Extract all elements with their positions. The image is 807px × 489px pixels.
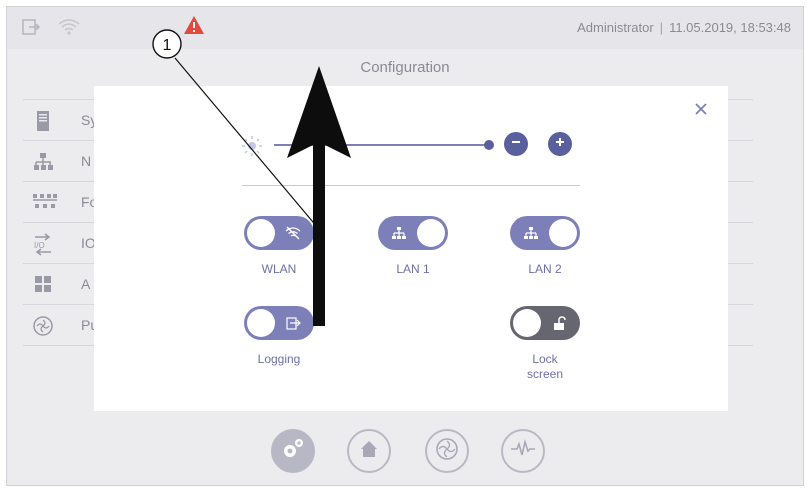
wifi-off-icon [285,225,301,241]
toggle-knob [247,219,275,247]
wlan-toggle[interactable] [244,216,314,250]
network-icon [391,225,407,241]
logging-toggle-group: Logging [234,306,324,367]
lan1-label: LAN 1 [396,262,430,276]
logout-icon[interactable] [21,17,41,42]
quick-settings-dialog: WLAN LAN 1 LAN 2 Logging Lock screen [94,86,728,411]
brightness-decrease-button[interactable] [504,132,528,156]
home-icon [358,438,380,465]
brightness-slider-track[interactable] [274,144,488,146]
lock-screen-toggle[interactable] [510,306,580,340]
logging-toggle[interactable] [244,306,314,340]
lock-label-line2: screen [526,367,564,381]
io-icon: I/O [31,232,55,256]
menu-item-label: N [81,153,92,169]
toggle-knob [549,219,577,247]
close-icon[interactable] [692,100,710,118]
server-icon [31,109,55,131]
heartbeat-icon [510,438,536,464]
unlock-icon [551,315,567,331]
lock-screen-label: Lock screen [500,352,590,382]
wlan-label: WLAN [261,262,297,276]
brightness-increase-button[interactable] [548,132,572,156]
lan2-toggle-group: LAN 2 [500,216,590,277]
lan1-toggle-group: LAN 1 [368,216,458,277]
status-datetime: 11.05.2019, 18:53:48 [669,20,791,35]
plus-icon [554,135,566,153]
lan1-toggle[interactable] [378,216,448,250]
toggle-knob [417,219,445,247]
lan2-toggle[interactable] [510,216,580,250]
svg-text:I/O: I/O [34,241,45,250]
fan-icon [434,436,460,467]
wifi-icon [57,17,81,42]
wlan-toggle-group: WLAN [234,216,324,277]
network-icon [523,225,539,241]
menu-item-label: A [81,276,91,292]
minus-icon [510,135,522,153]
monitor-nav-button[interactable] [501,429,545,473]
settings-nav-button[interactable] [271,429,315,473]
warning-icon[interactable] [183,15,205,40]
brightness-control [240,130,580,160]
divider [242,185,580,186]
logging-label: Logging [257,352,301,366]
apps-grid-icon [31,273,55,295]
home-nav-button[interactable] [347,429,391,473]
brightness-icon [240,134,264,163]
toggle-knob [247,309,275,337]
fieldbus-icon [31,191,57,213]
lock-label-line1: Lock [532,352,558,366]
status-info: Administrator | 11.05.2019, 18:53:48 [577,20,791,35]
lan2-label: LAN 2 [528,262,562,276]
network-icon [31,150,55,172]
lock-screen-toggle-group: Lock screen [500,306,590,382]
gears-icon [278,434,308,469]
user-name: Administrator [577,20,654,35]
pump-icon [31,314,55,336]
logging-icon [285,315,301,331]
toggle-knob [513,309,541,337]
bottom-navigation [7,417,803,485]
pump-nav-button[interactable] [425,429,469,473]
brightness-slider-thumb[interactable] [484,140,494,150]
page-title: Configuration [360,59,450,76]
status-bar: Administrator | 11.05.2019, 18:53:48 [7,7,803,49]
status-separator: | [659,20,664,35]
